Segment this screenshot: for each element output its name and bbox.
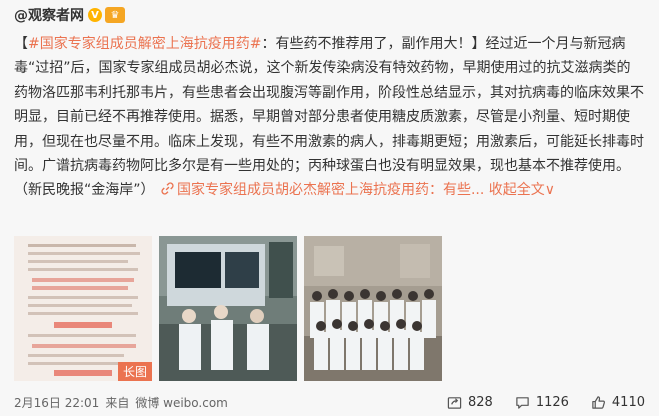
post-headline: ：有些药不推荐用了，副作用大！ bbox=[261, 36, 472, 52]
image-thumbnail-doctors-screen[interactable] bbox=[159, 236, 297, 381]
collapse-full-text-button[interactable]: 收起全文∨ bbox=[489, 182, 555, 198]
author-name[interactable]: @观察者网 bbox=[14, 5, 84, 25]
post-meta: 2月16日 22:01 来自 微博 weibo.com bbox=[14, 394, 234, 411]
link-icon bbox=[161, 182, 174, 196]
image-thumbnail-group-photo[interactable] bbox=[304, 236, 442, 381]
share-icon bbox=[447, 396, 462, 409]
verified-v-icon: V bbox=[88, 8, 102, 22]
post-content: 【#国家专家组成员解密上海抗疫用药#：有些药不推荐用了，副作用大！】经过近一个月… bbox=[14, 32, 644, 203]
vip-crown-icon: ♛ bbox=[105, 7, 125, 23]
image-gallery: 长图 bbox=[14, 236, 644, 384]
thumbs-up-icon bbox=[592, 395, 605, 409]
post-actions: 828 1126 4110 bbox=[425, 388, 645, 416]
post-body: 经过近一个月与新冠病毒“过招”后，国家专家组成员胡必杰说，这个新发传染病没有特效… bbox=[14, 36, 644, 199]
post-footer: 2月16日 22:01 来自 微博 weibo.com 828 1126 411… bbox=[0, 388, 659, 416]
bracket-close: 】 bbox=[471, 36, 486, 52]
bracket-open: 【 bbox=[14, 36, 28, 52]
photo-group bbox=[304, 236, 442, 381]
repost-count: 828 bbox=[467, 394, 493, 410]
repost-button[interactable]: 828 bbox=[447, 395, 493, 410]
document-image bbox=[14, 236, 152, 381]
collapse-label: 收起全文 bbox=[488, 182, 545, 199]
long-image-badge: 长图 bbox=[117, 362, 152, 381]
image-thumbnail-document[interactable]: 长图 bbox=[14, 236, 152, 381]
weibo-post-card: @观察者网 V ♛ 【#国家专家组成员解密上海抗疫用药#：有些药不推荐用了，副作… bbox=[0, 0, 659, 416]
comment-button[interactable]: 1126 bbox=[515, 395, 569, 410]
post-time[interactable]: 2月16日 22:01 bbox=[14, 396, 99, 410]
topic-tag[interactable]: #国家专家组成员解密上海抗疫用药# bbox=[28, 36, 261, 52]
chevron-up-icon: ∨ bbox=[544, 182, 556, 199]
photo-doctors-monitor bbox=[159, 236, 297, 381]
post-source[interactable]: 微博 weibo.com bbox=[135, 396, 228, 410]
article-link[interactable]: 国家专家组成员胡必杰解密上海抗疫用药：有些... bbox=[177, 182, 484, 198]
like-button[interactable]: 4110 bbox=[591, 395, 645, 410]
like-count: 4110 bbox=[611, 394, 645, 410]
source-prefix: 来自 bbox=[105, 395, 130, 410]
comment-count: 1126 bbox=[535, 394, 569, 410]
post-header: @观察者网 V ♛ bbox=[14, 4, 125, 26]
comment-icon bbox=[516, 396, 529, 409]
